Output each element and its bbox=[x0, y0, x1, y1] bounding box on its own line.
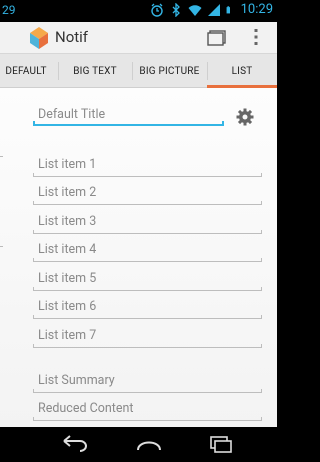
list-summary-input[interactable]: List Summary bbox=[33, 369, 262, 393]
status-left-text: 29 bbox=[2, 3, 16, 17]
input-underline bbox=[33, 417, 262, 421]
action-bar: Notif bbox=[0, 22, 277, 54]
input-underline bbox=[33, 389, 262, 393]
app-logo-icon[interactable] bbox=[28, 25, 50, 51]
list-item-input[interactable]: List item 2 bbox=[33, 181, 262, 205]
status-time: 10:29 bbox=[240, 2, 273, 17]
reduced-content-input[interactable]: Reduced Content bbox=[33, 397, 262, 421]
list-item-text: List item 2 bbox=[38, 185, 97, 200]
bluetooth-icon bbox=[172, 2, 180, 17]
input-underline bbox=[33, 230, 262, 234]
input-underline bbox=[33, 173, 262, 177]
tab-list[interactable]: LIST bbox=[207, 54, 277, 88]
list-item-input[interactable]: List item 1 bbox=[33, 153, 262, 177]
list-item-input[interactable]: List item 6 bbox=[33, 295, 262, 319]
input-underline bbox=[33, 201, 262, 205]
list-item-text: List item 4 bbox=[38, 242, 97, 257]
list-item-text: List item 1 bbox=[38, 157, 97, 172]
input-underline bbox=[33, 344, 262, 348]
overflow-menu-icon[interactable] bbox=[251, 27, 261, 47]
gear-icon[interactable] bbox=[236, 108, 254, 126]
title-input-text: Default Title bbox=[38, 107, 106, 122]
signal-icon bbox=[207, 3, 220, 16]
list-item-text: List item 5 bbox=[38, 271, 97, 286]
list-item-input[interactable]: List item 4 bbox=[33, 238, 262, 262]
tab-big-picture[interactable]: BIG PICTURE bbox=[132, 54, 207, 88]
title-input[interactable]: Default Title bbox=[33, 104, 224, 126]
tab-big-text[interactable]: BIG TEXT bbox=[58, 54, 132, 88]
home-icon[interactable] bbox=[135, 434, 163, 454]
previous-page-edge bbox=[0, 88, 10, 427]
list-item-input[interactable]: List item 5 bbox=[33, 267, 262, 291]
status-bar: 29 10:29 bbox=[0, 0, 277, 22]
status-icons: 10:29 bbox=[150, 2, 273, 17]
alarm-icon bbox=[150, 3, 163, 17]
list-item-text: List item 3 bbox=[38, 214, 97, 229]
input-underline bbox=[33, 315, 262, 319]
navigation-bar bbox=[0, 427, 277, 462]
wifi-icon bbox=[188, 4, 202, 16]
back-icon[interactable] bbox=[61, 434, 89, 454]
list-item-input[interactable]: List item 7 bbox=[33, 324, 262, 348]
reduced-content-text: Reduced Content bbox=[38, 401, 134, 416]
tab-default[interactable]: DEFAULT bbox=[0, 54, 58, 88]
tab-label: DEFAULT bbox=[5, 65, 47, 77]
battery-icon bbox=[226, 5, 230, 13]
list-item-input[interactable]: List item 3 bbox=[33, 210, 262, 234]
list-item-text: List item 7 bbox=[38, 328, 97, 343]
tab-label: BIG PICTURE bbox=[139, 65, 200, 77]
recent-apps-icon[interactable] bbox=[207, 434, 235, 454]
input-underline bbox=[33, 287, 262, 291]
list-item-text: List item 6 bbox=[38, 299, 97, 314]
edge-mark bbox=[0, 156, 3, 157]
edge-mark bbox=[0, 246, 3, 247]
tab-label: BIG TEXT bbox=[73, 65, 117, 77]
title-input-underline bbox=[33, 121, 224, 126]
folder-icon[interactable] bbox=[207, 28, 227, 46]
tab-label: LIST bbox=[231, 65, 253, 77]
tab-strip: DEFAULT BIG TEXT BIG PICTURE LIST bbox=[0, 54, 277, 88]
app-title: Notif bbox=[55, 28, 89, 46]
input-underline bbox=[33, 258, 262, 262]
list-summary-text: List Summary bbox=[38, 373, 115, 388]
